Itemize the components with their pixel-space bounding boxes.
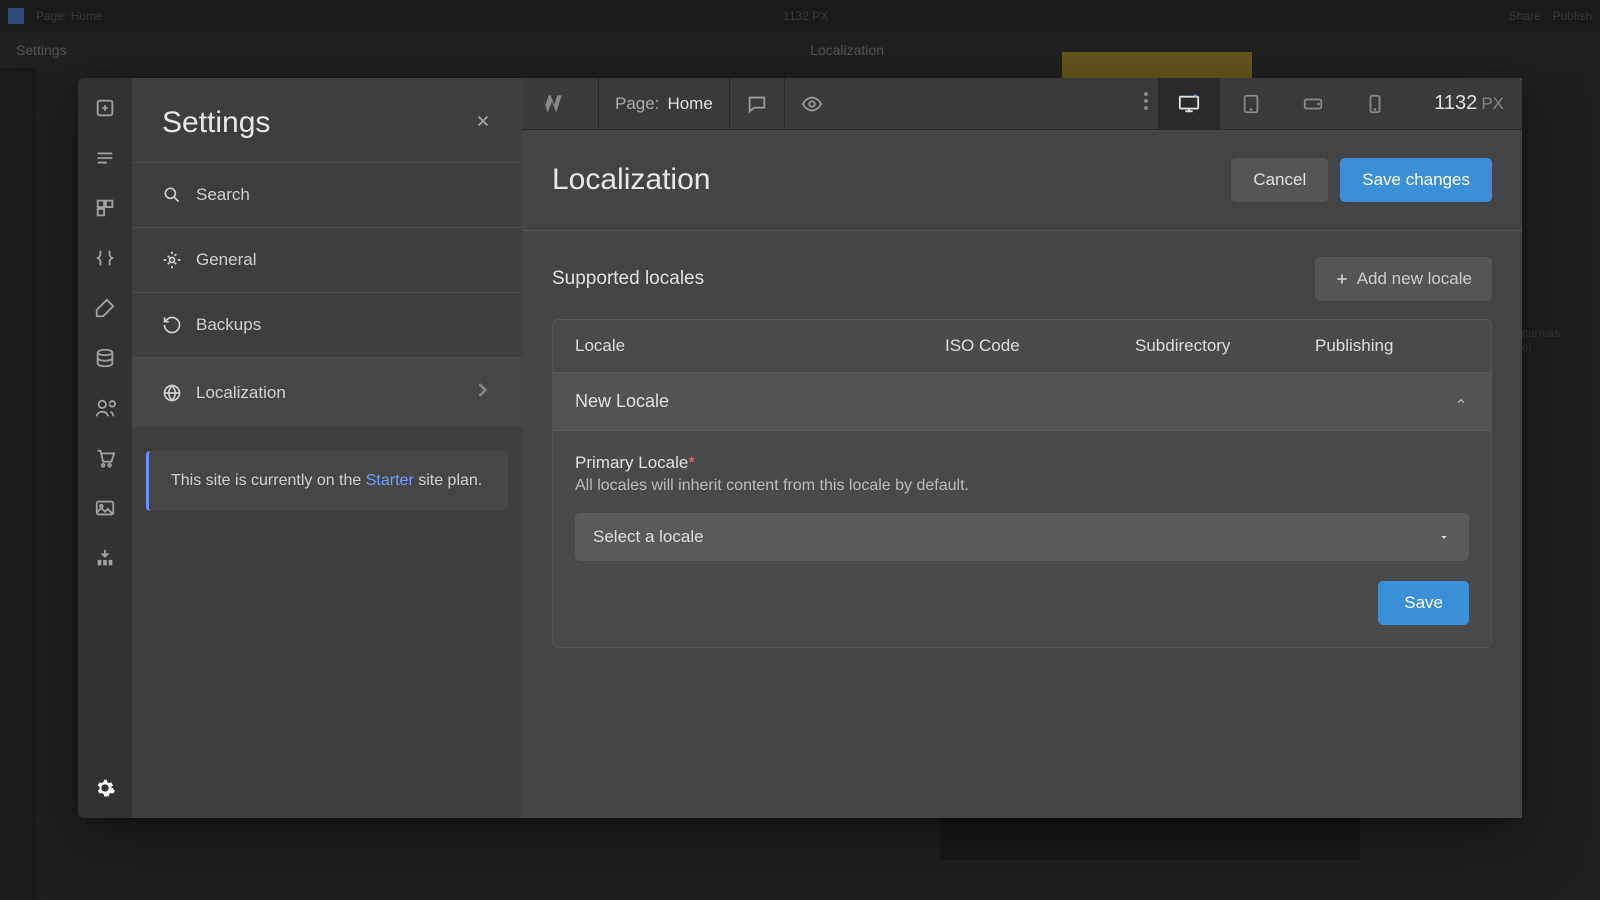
sidebar-item-search[interactable]: Search — [132, 162, 522, 227]
supported-locales-label: Supported locales — [552, 268, 704, 290]
sidebar-item-label: Backups — [196, 315, 261, 335]
primary-locale-label: Primary Locale* — [575, 453, 1469, 473]
sidebar-item-backups[interactable]: Backups — [132, 292, 522, 357]
sidebar-item-localization[interactable]: Localization — [132, 357, 522, 427]
cms-icon[interactable] — [93, 346, 117, 370]
primary-locale-help: All locales will inherit content from th… — [575, 477, 1469, 495]
close-icon[interactable] — [474, 110, 492, 136]
add-locale-button[interactable]: Add new locale — [1315, 257, 1492, 301]
comment-icon[interactable] — [746, 93, 768, 115]
backup-icon — [162, 315, 182, 335]
viewport-width-display: 1132PX — [1434, 92, 1504, 115]
locales-table: Locale ISO Code Subdirectory Publishing … — [552, 319, 1492, 648]
save-changes-button[interactable]: Save changes — [1340, 158, 1492, 202]
sidebar-item-general[interactable]: General — [132, 227, 522, 292]
icon-rail — [78, 78, 132, 818]
main-content: Page: Home 1132PX Localization — [522, 78, 1522, 818]
sidebar-item-label: Search — [196, 185, 250, 205]
settings-sidebar: Settings Search General Backups Localiza… — [132, 78, 522, 818]
sidebar-item-label: General — [196, 250, 256, 270]
settings-icon[interactable] — [93, 776, 117, 800]
settings-modal: Settings Search General Backups Localiza… — [78, 78, 1522, 818]
viewport-phone-button[interactable] — [1344, 78, 1406, 130]
sidebar-title: Settings — [162, 106, 270, 140]
plus-icon — [1335, 272, 1349, 286]
add-icon[interactable] — [93, 96, 117, 120]
viewport-tablet-button[interactable] — [1220, 78, 1282, 130]
main-header: Localization Cancel Save changes — [522, 130, 1522, 231]
webflow-logo-icon — [8, 8, 24, 24]
pages-icon[interactable] — [93, 146, 117, 170]
search-icon — [162, 185, 182, 205]
new-locale-form: Primary Locale* All locales will inherit… — [553, 430, 1491, 647]
background-second-bar: Settings Localization — [0, 32, 1600, 68]
plan-notice: This site is currently on the Starter si… — [146, 451, 508, 511]
globe-icon — [162, 383, 182, 403]
table-header-subdirectory: Subdirectory — [1135, 336, 1315, 356]
page-title: Localization — [552, 163, 710, 197]
webflow-logo-icon — [540, 91, 566, 117]
cancel-button[interactable]: Cancel — [1231, 158, 1328, 202]
new-locale-row[interactable]: New Locale — [553, 372, 1491, 430]
page-indicator[interactable]: Page: Home — [615, 94, 713, 114]
main-topbar: Page: Home 1132PX — [522, 78, 1522, 130]
viewport-landscape-button[interactable] — [1282, 78, 1344, 130]
components-icon[interactable] — [93, 196, 117, 220]
chevron-right-icon — [472, 380, 492, 405]
locale-select[interactable]: Select a locale — [575, 513, 1469, 561]
preview-icon[interactable] — [801, 93, 823, 115]
chevron-down-icon — [1437, 527, 1451, 547]
assets-icon[interactable] — [93, 496, 117, 520]
table-header-publishing: Publishing — [1315, 336, 1469, 356]
table-header-locale: Locale — [575, 336, 945, 356]
background-topbar: Page: Home 1132 PX Share Publish — [0, 0, 1600, 32]
gear-icon — [162, 250, 182, 270]
users-icon[interactable] — [93, 396, 117, 420]
viewport-desktop-button[interactable] — [1158, 78, 1220, 130]
styles-icon[interactable] — [93, 296, 117, 320]
more-menu-icon[interactable] — [1134, 92, 1158, 115]
sidebar-item-label: Localization — [196, 383, 286, 403]
chevron-up-icon — [1453, 393, 1469, 411]
apps-icon[interactable] — [93, 546, 117, 570]
starter-plan-link[interactable]: Starter — [366, 472, 414, 489]
variables-icon[interactable] — [93, 246, 117, 270]
save-locale-button[interactable]: Save — [1378, 581, 1469, 625]
ecommerce-icon[interactable] — [93, 446, 117, 470]
table-header-iso: ISO Code — [945, 336, 1135, 356]
